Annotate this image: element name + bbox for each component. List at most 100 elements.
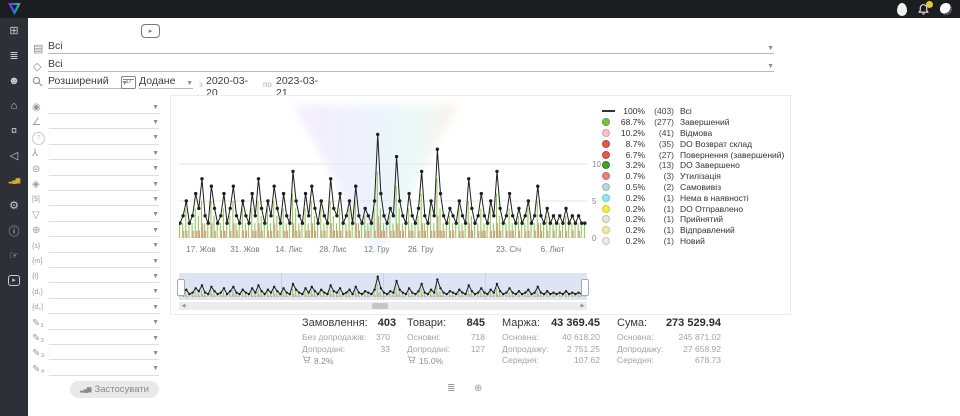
sidebar-item-support[interactable]: ☞ <box>0 243 28 268</box>
legend-line-swatch <box>602 110 615 112</box>
calendar-icon[interactable]: 17 <box>121 76 136 89</box>
filter-var-m-select[interactable]: ▼ <box>49 255 159 268</box>
search-icon[interactable] <box>32 76 43 90</box>
upsell-percent: 15.0% <box>407 355 485 367</box>
sidebar-item-marketing[interactable]: ◁ <box>0 143 28 168</box>
filter-product-row: ◈▼ <box>32 177 159 191</box>
filter-custom-2-select[interactable]: ▼ <box>49 332 159 345</box>
user-avatar-icon[interactable] <box>940 3 952 15</box>
summary-stats: Замовлення:403Без допродажів:370Допродан… <box>302 317 721 367</box>
filter-custom-2-row: ✎₂▼ <box>32 331 159 345</box>
x-axis-tick: 17. Жов <box>179 245 223 254</box>
filter-payment-row: [$]▼ <box>32 192 159 206</box>
stat-subrow: Основні:718 <box>407 332 485 344</box>
legend-label: DO Возврат склад <box>680 139 752 149</box>
date-field-value: Додане <box>139 75 175 87</box>
stat-subrow: Допродані:33 <box>302 344 390 356</box>
sidebar-item-store[interactable]: ⌂ <box>0 93 28 118</box>
brand-logo[interactable] <box>0 0 28 18</box>
notifications-button[interactable] <box>917 3 930 16</box>
filter-var-d2-select[interactable]: ▼ <box>49 301 159 314</box>
legend-label: Утилізація <box>680 171 721 181</box>
orders-list-icon: ≣ <box>9 49 18 62</box>
stat-title: Товари: <box>407 317 446 329</box>
chevron-down-icon: ▼ <box>152 134 159 141</box>
scrollbar-thumb[interactable] <box>372 303 388 309</box>
legend-item[interactable]: 0.2%(1)Нема в наявності <box>602 192 784 203</box>
view-globe-icon[interactable]: ⊕ <box>474 383 482 394</box>
stat-title: Замовлення: <box>302 317 368 329</box>
search-mode-select[interactable]: Розширений ▼ <box>48 75 128 89</box>
pencil-4-icon: ✎₄ <box>32 364 49 376</box>
legend-item[interactable]: 6.7%(27)Повернення (завершений) <box>602 149 784 160</box>
chevron-down-icon: ▼ <box>152 104 159 111</box>
date-from-label: з <box>199 80 203 89</box>
legend-item[interactable]: 3.2%(13)DO Завершено <box>602 160 784 171</box>
stat-subrow: Основна:40 618.20 <box>502 332 600 344</box>
legend-dot-swatch <box>602 205 610 213</box>
stat-subrow: Основна:245 871.02 <box>617 332 721 344</box>
stat-subrow: Середня:107.62 <box>502 355 600 367</box>
legend-item[interactable]: 100%(403)Всі <box>602 106 784 117</box>
filter-var-t-select[interactable]: ▼ <box>49 270 159 283</box>
brush-handle-right[interactable] <box>581 279 589 296</box>
legend-item[interactable]: 10.2%(41)Відмова <box>602 128 784 139</box>
chevron-down-icon: ▼ <box>152 304 159 311</box>
stat-title: Сума: <box>617 317 647 329</box>
view-list-icon[interactable]: ≣ <box>447 383 455 394</box>
filter-help-select[interactable]: ▼ <box>49 132 159 145</box>
chevron-down-icon: ▼ <box>152 319 159 326</box>
sidebar-item-settings[interactable]: ⚙ <box>0 193 28 218</box>
filter-custom-1-select[interactable]: ▼ <box>49 317 159 330</box>
x-axis-tick: 23. Січ <box>487 245 531 254</box>
chevron-down-icon: ▼ <box>152 196 159 203</box>
scroll-left-arrow[interactable]: ◀ <box>179 303 188 309</box>
video-screen-icon[interactable]: ▸ <box>141 24 160 38</box>
legend-item[interactable]: 8.7%(35)DO Возврат склад <box>602 138 784 149</box>
sidebar-item-analytics[interactable]: ▂▄▆ <box>0 168 28 193</box>
filter-custom-3-select[interactable]: ▼ <box>49 347 159 360</box>
globe-light-icon: ⊕ <box>32 225 49 237</box>
megaphone-icon: ◁ <box>10 149 18 162</box>
sidebar-item-dashboard[interactable]: ⊞ <box>0 18 28 43</box>
filter-custom-1-row: ✎₁▼ <box>32 316 159 330</box>
filter-custom-4-select[interactable]: ▼ <box>49 363 159 376</box>
sidebar-item-sales[interactable]: ¤ <box>0 118 28 143</box>
sidebar-item-customers[interactable]: ☻ <box>0 68 28 93</box>
egg-avatar-icon[interactable] <box>897 3 907 16</box>
date-to-label: по <box>263 80 272 89</box>
legend-item[interactable]: 0.7%(3)Утилізація <box>602 171 784 182</box>
filter-payment-select[interactable]: ▼ <box>49 193 159 206</box>
chart-scrollbar[interactable]: ◀ ▶ <box>179 302 587 310</box>
legend-item[interactable]: 0.5%(2)Самовивіз <box>602 182 784 193</box>
legend-item[interactable]: 0.2%(1)Прийнятий <box>602 214 784 225</box>
filter-funnel-select[interactable]: ▼ <box>49 209 159 222</box>
sidebar-item-info[interactable]: ⓘ <box>0 218 28 243</box>
filter-id-select[interactable]: ▼ <box>49 163 159 176</box>
legend-item[interactable]: 0.2%(1)DO Отправлено <box>602 203 784 214</box>
filter-structure-select[interactable]: ▼ <box>49 147 159 160</box>
var-s-icon: {s} <box>32 241 49 253</box>
filter-chart-select[interactable]: ▼ <box>49 116 159 129</box>
date-field-select[interactable]: Додане ▼ <box>139 75 193 89</box>
legend-item[interactable]: 0.2%(1)Новий <box>602 236 784 247</box>
legend-item[interactable]: 0.2%(1)Відправлений <box>602 225 784 236</box>
filter-country-select[interactable]: ▼ <box>49 101 159 114</box>
status-filter-select[interactable]: Всі ▼ <box>48 40 774 54</box>
chart-brush-area[interactable] <box>179 273 587 300</box>
x-axis-tick: 31. Жов <box>223 245 267 254</box>
orders-time-series-chart[interactable] <box>179 116 587 238</box>
type-filter-select[interactable]: Всі ▼ <box>48 58 774 72</box>
filter-var-d1-select[interactable]: ▼ <box>49 286 159 299</box>
filter-region-select[interactable]: ▼ <box>49 224 159 237</box>
sidebar-item-orders[interactable]: ≣ <box>0 43 28 68</box>
filter-product-select[interactable]: ▼ <box>49 178 159 191</box>
filter-var-s-select[interactable]: ▼ <box>49 240 159 253</box>
sidebar-item-tutorials[interactable]: ▸ <box>0 268 28 293</box>
stat-column: Замовлення:403Без допродажів:370Допродан… <box>302 317 390 367</box>
scroll-right-arrow[interactable]: ▶ <box>578 303 587 309</box>
brush-handle-left[interactable] <box>177 279 185 296</box>
apply-button[interactable]: ▂▄▆ Застосувати <box>70 381 159 398</box>
legend-item[interactable]: 68.7%(277)Завершений <box>602 117 784 128</box>
filter-var-d1-row: {d₁}▼ <box>32 285 159 299</box>
